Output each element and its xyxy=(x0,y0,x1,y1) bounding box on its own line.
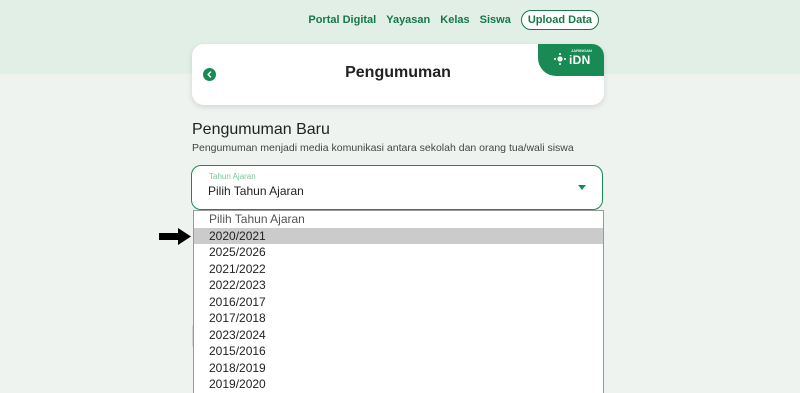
arrow-right-icon xyxy=(159,228,191,245)
section-title: Pengumuman Baru xyxy=(192,121,330,138)
tahun-ajaran-select[interactable]: Tahun Ajaran Pilih Tahun Ajaran xyxy=(191,165,603,210)
dropdown-option[interactable]: 2022/2023 xyxy=(194,277,603,294)
logo-text: iDN xyxy=(569,53,591,67)
dropdown-option[interactable]: 2018/2019 xyxy=(194,360,603,377)
logo-mark-icon xyxy=(554,53,566,65)
caret-down-icon xyxy=(578,185,586,190)
nav-siswa[interactable]: Siswa xyxy=(480,14,511,26)
tahun-ajaran-dropdown: Pilih Tahun Ajaran 2020/2021 2025/2026 2… xyxy=(193,210,604,393)
dropdown-option[interactable]: 2017/2018 xyxy=(194,310,603,327)
nav-yayasan[interactable]: Yayasan xyxy=(386,14,430,26)
section-description: Pengumuman menjadi media komunikasi anta… xyxy=(192,142,574,154)
nav-kelas[interactable]: Kelas xyxy=(440,14,469,26)
select-value: Pilih Tahun Ajaran xyxy=(208,184,304,198)
top-nav: Portal Digital Yayasan Kelas Siswa Uploa… xyxy=(298,10,599,30)
nav-portal-digital[interactable]: Portal Digital xyxy=(308,14,376,26)
dropdown-option-highlighted[interactable]: 2020/2021 xyxy=(194,227,603,244)
dropdown-option[interactable]: Pilih Tahun Ajaran xyxy=(194,211,603,228)
dropdown-option[interactable]: 2019/2020 xyxy=(194,376,603,393)
dropdown-option[interactable]: 2016/2017 xyxy=(194,294,603,311)
header-card: Pengumuman JARINGAN iDN xyxy=(192,44,604,105)
select-label: Tahun Ajaran xyxy=(209,172,256,181)
dropdown-option[interactable]: 2023/2024 xyxy=(194,327,603,344)
idn-logo: JARINGAN iDN xyxy=(538,44,604,76)
dropdown-option[interactable]: 2021/2022 xyxy=(194,261,603,278)
dropdown-option[interactable]: 2025/2026 xyxy=(194,244,603,261)
upload-data-button[interactable]: Upload Data xyxy=(520,10,599,30)
dropdown-option[interactable]: 2015/2016 xyxy=(194,343,603,360)
